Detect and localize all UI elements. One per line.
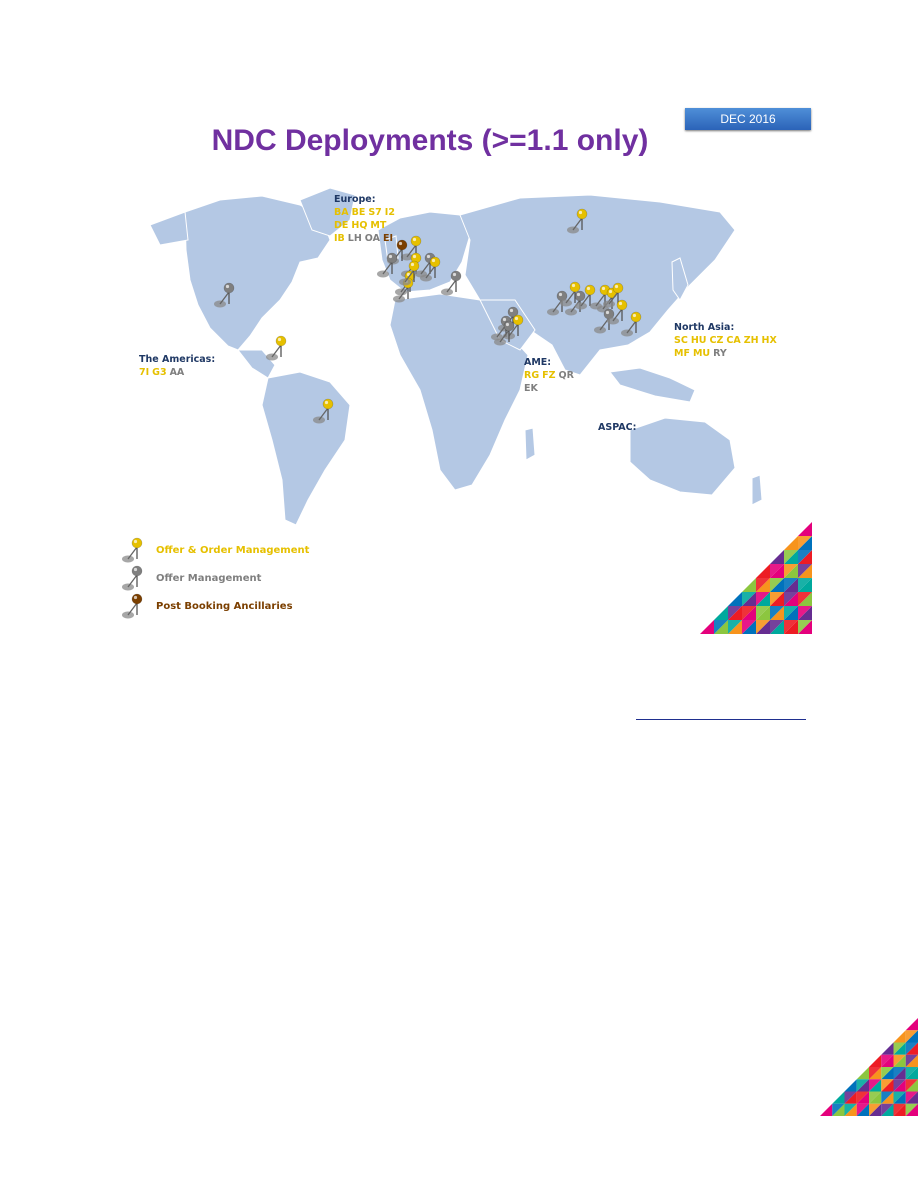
continents (149, 187, 763, 526)
airline-code: EI (382, 233, 394, 244)
region-north-asia-row: MF MU RY (674, 347, 780, 360)
pattern-triangle (728, 592, 742, 606)
airline-code: OA (364, 233, 380, 244)
triangle-pattern-decoration-top (700, 522, 812, 634)
legend-item-oom: Offer & Order Management (112, 540, 372, 564)
pattern-triangle (700, 620, 714, 634)
legend-item-om: Offer Management (112, 568, 372, 592)
pattern-triangle (856, 1067, 869, 1080)
airline-code: MU (692, 348, 711, 359)
airline-code: G3 (152, 367, 167, 378)
airline-code: LH (347, 233, 362, 244)
airline-code: QR (558, 370, 574, 381)
madagascar-landmass (524, 427, 536, 461)
airline-code: FZ (542, 370, 556, 381)
airline-code: RG (524, 370, 540, 381)
region-americas-row: 7I G3 AA (139, 366, 215, 379)
region-aspac: ASPAC: (598, 421, 636, 434)
south-america-landmass (261, 371, 351, 526)
airline-code: ZH (743, 335, 759, 346)
alaska-landmass (149, 211, 189, 246)
pattern-triangle (756, 564, 770, 578)
southeast-asia-islands (609, 367, 696, 403)
legend-label-om: Offer Management (156, 573, 262, 584)
triangle-pattern-decoration-bottom (820, 1018, 918, 1116)
pattern-triangle (798, 522, 812, 536)
airline-code: BA (334, 207, 349, 218)
airline-code: 7I (139, 367, 150, 378)
region-americas-title: The Americas: (139, 354, 216, 365)
airline-code: RY (713, 348, 727, 359)
pattern-triangle (893, 1030, 906, 1043)
pattern-triangle (881, 1042, 894, 1055)
footer-underline (636, 719, 806, 720)
pattern-triangle (869, 1054, 882, 1067)
pattern-triangle (784, 536, 798, 550)
pattern-triangle (742, 578, 756, 592)
pattern-triangle (820, 1103, 833, 1116)
region-europe-row: BA BE S7 I2 (334, 206, 398, 219)
airline-code: CZ (709, 335, 724, 346)
airline-code: EK (524, 383, 538, 394)
legend-label-oom: Offer & Order Management (156, 545, 310, 556)
airline-code: SC (674, 335, 688, 346)
airline-code: MF (674, 348, 690, 359)
airline-code: HQ (351, 220, 368, 231)
pattern-triangle (832, 1091, 845, 1104)
region-north-asia-title: North Asia: (674, 322, 735, 333)
airline-code: BE (351, 207, 366, 218)
airline-code: HU (690, 335, 707, 346)
airline-code: AA (169, 367, 185, 378)
new-zealand-landmass (751, 474, 763, 506)
australia-landmass (629, 417, 736, 496)
region-aspac-title: ASPAC: (598, 422, 637, 433)
pin-oom (266, 335, 287, 361)
airline-code: CA (726, 335, 741, 346)
airline-code: HX (761, 335, 777, 346)
airline-code: I2 (384, 207, 395, 218)
airline-code: IB (334, 233, 345, 244)
legend-label-pba: Post Booking Ancillaries (156, 601, 293, 612)
pattern-triangle (770, 550, 784, 564)
region-north-asia: North Asia: SC HU CZ CA ZH HX MF MU RY (674, 321, 780, 360)
region-ame-row: RG FZ QR (524, 369, 577, 382)
region-ame-title: AME: (524, 357, 552, 368)
airline-code: MT (370, 220, 387, 231)
airline-code: S7 (368, 207, 382, 218)
region-europe-row: IB LH OA EI (334, 232, 398, 245)
legend-item-pba: Post Booking Ancillaries (112, 596, 372, 620)
region-ame-row: EK (524, 382, 577, 395)
region-north-asia-row: SC HU CZ CA ZH HX (674, 334, 780, 347)
pattern-triangle (714, 606, 728, 620)
pattern-triangle (905, 1018, 918, 1031)
pattern-triangle (844, 1079, 857, 1092)
region-europe: Europe: BA BE S7 I2 DE HQ MT IB LH OA EI (334, 193, 398, 245)
region-americas: The Americas: 7I G3 AA (139, 353, 215, 379)
region-europe-title: Europe: (334, 194, 376, 205)
region-europe-row: DE HQ MT (334, 219, 398, 232)
airline-code: DE (334, 220, 349, 231)
region-ame: AME: RG FZ QR EK (524, 356, 577, 395)
